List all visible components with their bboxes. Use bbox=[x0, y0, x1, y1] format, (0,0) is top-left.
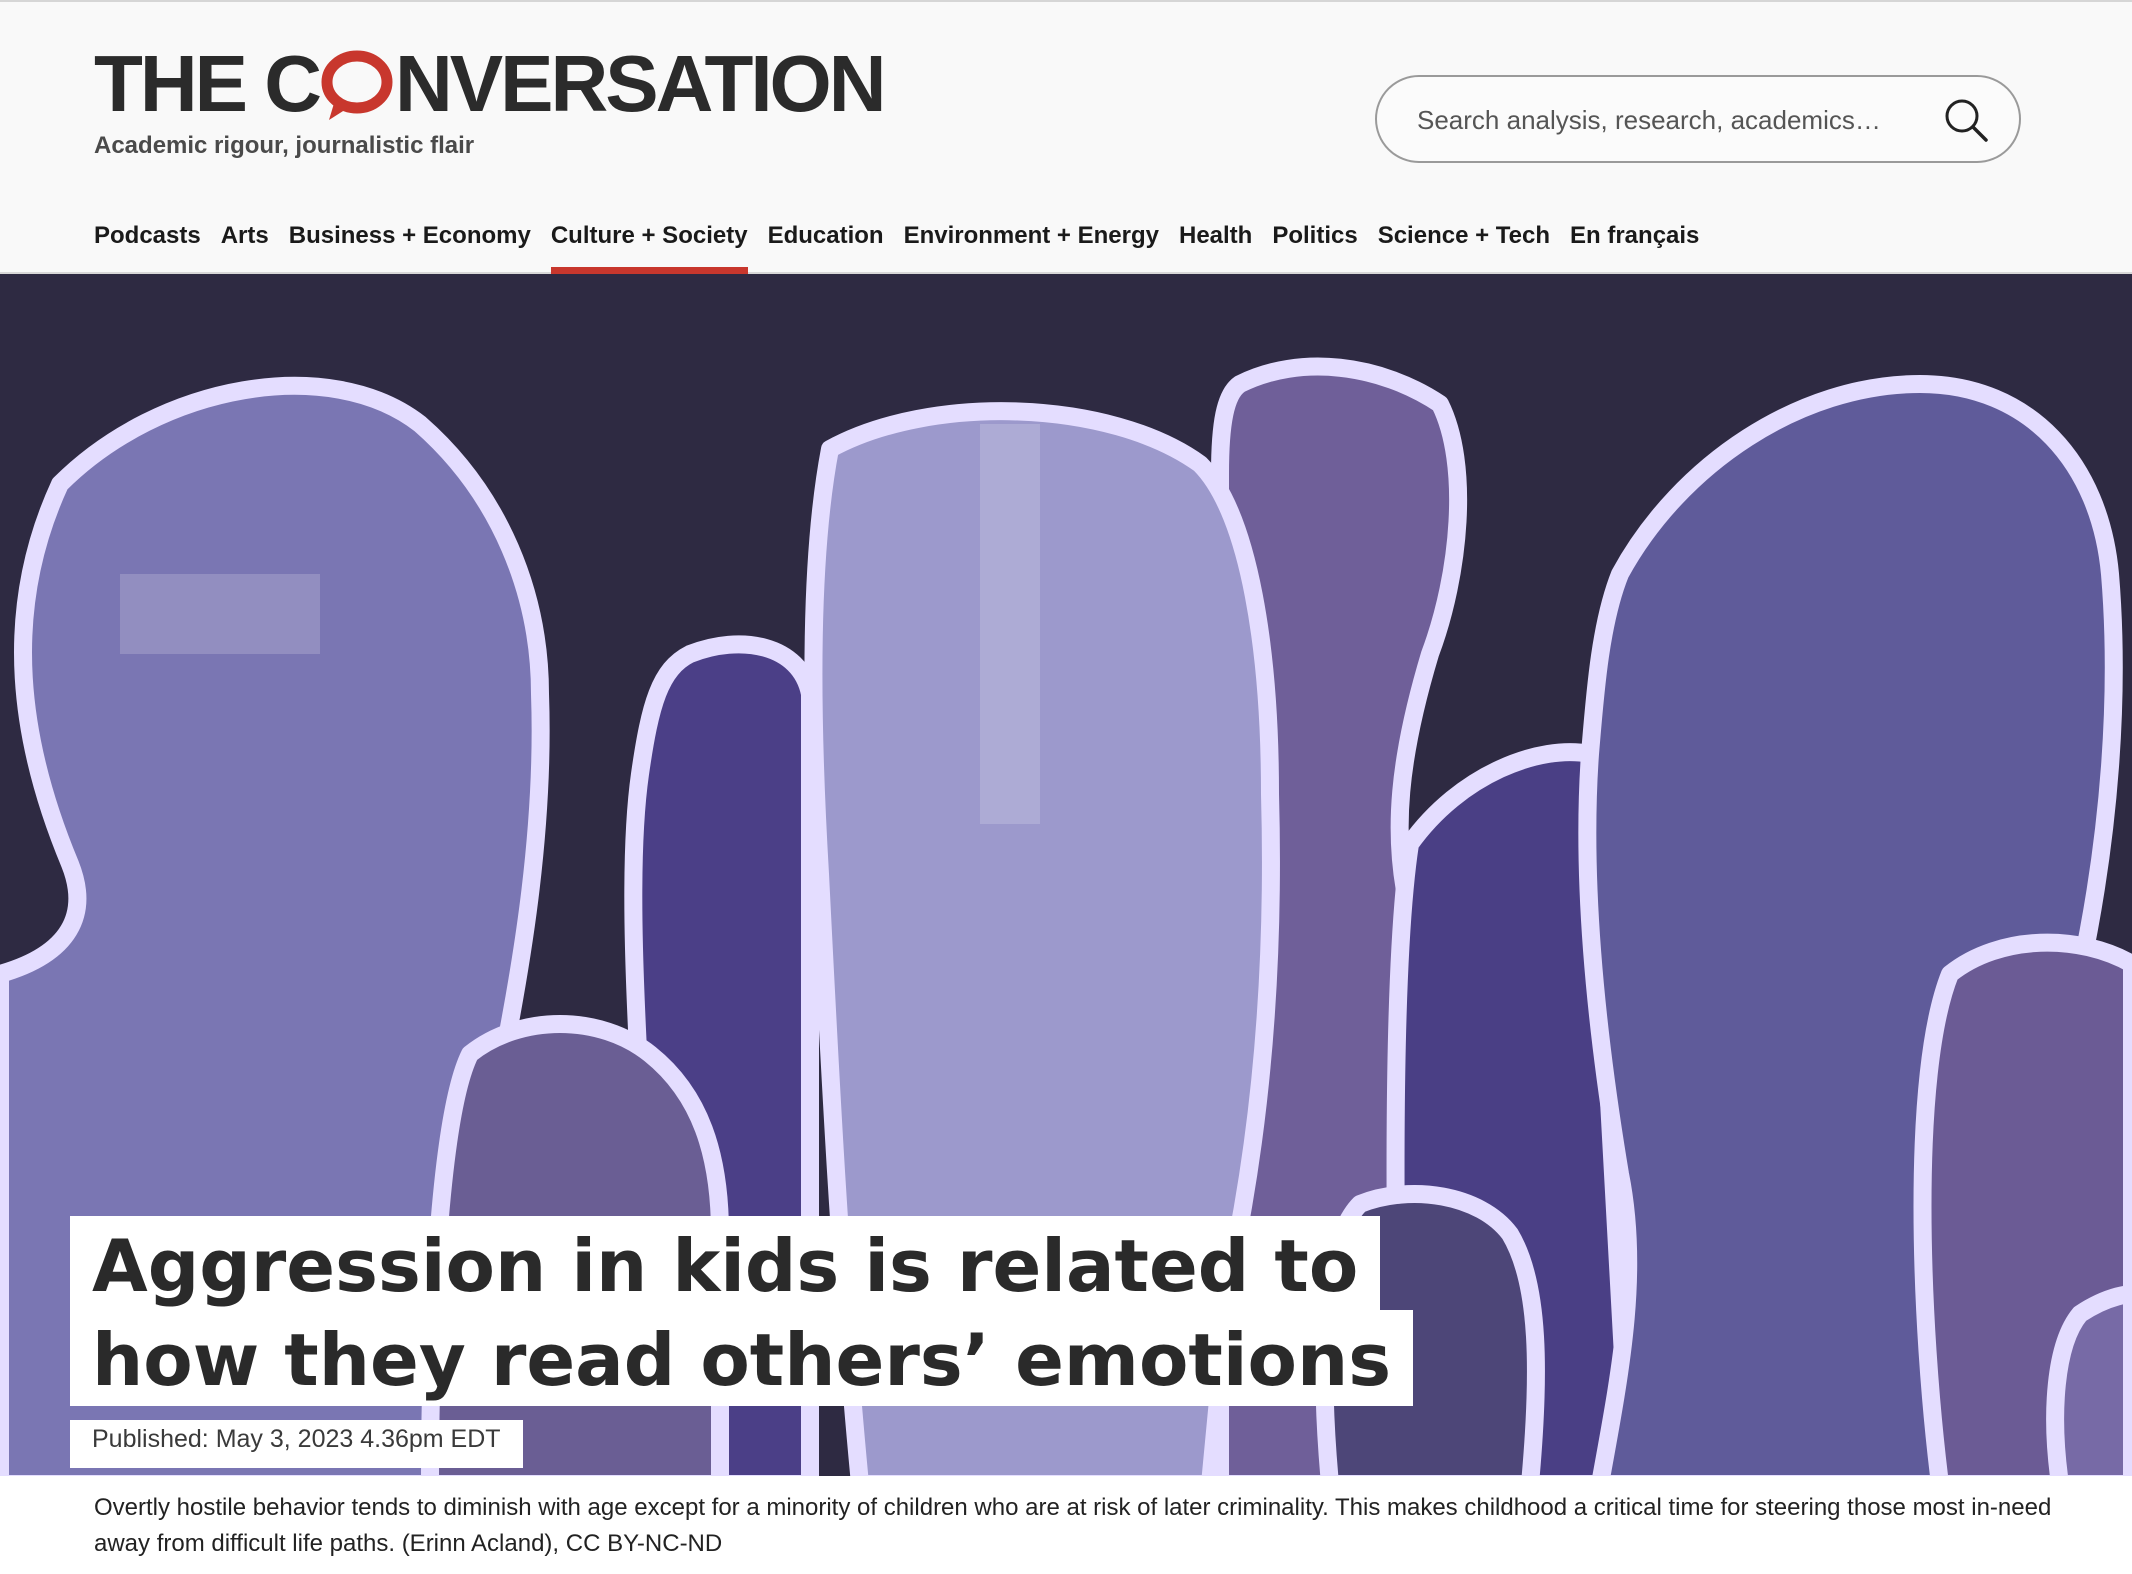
brush-texture-1 bbox=[980, 424, 1040, 824]
brush-texture-2 bbox=[120, 574, 320, 654]
logo-text-right: NVERSATION bbox=[395, 39, 887, 128]
speech-bubble-logo-icon bbox=[321, 40, 393, 128]
figure-bottom-corner bbox=[2046, 1285, 2132, 1476]
hero-image: Aggression in kids is related to how the… bbox=[0, 274, 2132, 1476]
nav-item-podcasts[interactable]: Podcasts bbox=[94, 212, 201, 274]
article-title-line1: Aggression in kids is related to bbox=[70, 1216, 1381, 1312]
published-date: Published: May 3, 2023 4.36pm EDT bbox=[70, 1420, 523, 1468]
search-icon[interactable] bbox=[1943, 97, 1989, 143]
logo-text-left: THE C bbox=[94, 39, 322, 128]
nav-item-education[interactable]: Education bbox=[768, 212, 884, 274]
main-nav: Podcasts Arts Business + Economy Culture… bbox=[94, 212, 1699, 274]
nav-item-culture-society[interactable]: Culture + Society bbox=[550, 212, 748, 274]
site-tagline: Academic rigour, journalistic flair bbox=[94, 132, 475, 159]
search-box[interactable] bbox=[1375, 75, 2021, 163]
site-header: THE C NVERSATION Academic rigour, journa… bbox=[0, 2, 2132, 274]
article-title-line2: how they read others’ emotions bbox=[70, 1310, 1414, 1406]
nav-item-science-tech[interactable]: Science + Tech bbox=[1378, 212, 1550, 274]
site-logo[interactable]: THE C NVERSATION bbox=[94, 39, 887, 128]
nav-item-health[interactable]: Health bbox=[1179, 212, 1252, 274]
nav-item-politics[interactable]: Politics bbox=[1272, 212, 1357, 274]
nav-item-business-economy[interactable]: Business + Economy bbox=[289, 212, 531, 274]
search-input[interactable] bbox=[1415, 95, 1919, 145]
image-caption: Overtly hostile behavior tends to dimini… bbox=[94, 1494, 2052, 1557]
nav-item-en-francais[interactable]: En français bbox=[1570, 212, 1699, 274]
nav-item-arts[interactable]: Arts bbox=[221, 212, 269, 274]
nav-item-environment-energy[interactable]: Environment + Energy bbox=[904, 212, 1159, 274]
